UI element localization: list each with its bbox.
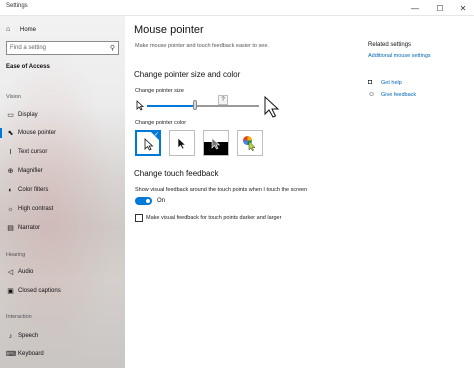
keyboard-icon: ⌨ bbox=[6, 351, 17, 358]
checkmark-icon: ✓ bbox=[153, 132, 159, 138]
sidebar-item-magnifier[interactable]: ⊕ Magnifier bbox=[6, 166, 43, 176]
large-pointer-icon bbox=[264, 96, 280, 118]
main-content: Mouse pointer Make mouse pointer and tou… bbox=[125, 16, 474, 368]
pointer-size-slider-thumb[interactable] bbox=[193, 100, 197, 110]
sidebar-item-home[interactable]: ⌂ Home bbox=[6, 26, 36, 33]
section-title: Ease of Access bbox=[6, 64, 50, 70]
slider-tooltip: ? bbox=[218, 95, 228, 105]
sidebar-item-label: Color filters bbox=[18, 187, 49, 193]
sidebar-item-label: High contrast bbox=[18, 206, 54, 212]
touch-feedback-heading: Change touch feedback bbox=[134, 169, 219, 178]
sidebar-item-mouse-pointer[interactable]: ⬉ Mouse pointer bbox=[0, 128, 57, 138]
sidebar-item-label: Display bbox=[18, 112, 38, 118]
sidebar-item-text-cursor[interactable]: I Text cursor bbox=[6, 147, 48, 157]
inverted-pointer-icon bbox=[211, 137, 221, 150]
pointer-color-custom-option[interactable] bbox=[237, 130, 263, 156]
black-pointer-icon bbox=[177, 137, 187, 150]
white-pointer-icon bbox=[144, 138, 154, 151]
text-cursor-icon: I bbox=[9, 148, 12, 156]
sidebar-item-narrator[interactable]: ▤ Narrator bbox=[6, 223, 40, 233]
search-placeholder: Find a setting bbox=[10, 45, 47, 51]
darker-feedback-label: Make visual feedback for touch points da… bbox=[146, 215, 282, 221]
sidebar-item-label: Keyboard bbox=[18, 351, 44, 357]
high-contrast-icon: ☼ bbox=[7, 205, 14, 213]
close-button[interactable]: ✕ bbox=[451, 0, 474, 16]
pointer-size-slider-fill bbox=[147, 105, 195, 107]
sidebar-item-label: Audio bbox=[18, 269, 34, 275]
help-icon: ◘ bbox=[368, 79, 373, 86]
magnifier-icon: ⊕ bbox=[7, 168, 14, 175]
group-label-interaction: Interaction bbox=[6, 314, 32, 320]
closed-captions-icon: ▣ bbox=[7, 288, 14, 295]
window-title: Settings bbox=[6, 3, 28, 9]
toggle-knob bbox=[146, 199, 150, 203]
narrator-icon: ▤ bbox=[7, 225, 14, 232]
give-feedback-label: Give feedback bbox=[381, 91, 417, 98]
mouse-pointer-icon: ⬉ bbox=[7, 130, 14, 137]
sidebar-item-display[interactable]: ▭ Display bbox=[6, 110, 38, 120]
group-label-vision: Vision bbox=[6, 94, 21, 100]
additional-mouse-settings-link[interactable]: Additional mouse settings bbox=[368, 53, 431, 59]
sidebar-item-color-filters[interactable]: ◐ Color filters bbox=[6, 185, 48, 195]
darker-feedback-checkbox[interactable] bbox=[135, 214, 143, 222]
sidebar-item-label: Text cursor bbox=[18, 149, 48, 155]
sidebar-item-keyboard[interactable]: ⌨ Keyboard bbox=[6, 349, 44, 359]
sidebar-item-label: Magnifier bbox=[18, 168, 43, 174]
home-icon: ⌂ bbox=[6, 26, 11, 33]
title-bar: Settings — ☐ ✕ bbox=[0, 0, 474, 16]
get-help-label: Get help bbox=[381, 79, 402, 86]
sidebar-item-label: Narrator bbox=[18, 225, 41, 231]
sidebar-item-high-contrast[interactable]: ☼ High contrast bbox=[6, 204, 53, 214]
color-filters-icon: ◐ bbox=[8, 186, 13, 194]
pointer-color-black-option[interactable] bbox=[169, 130, 195, 156]
sidebar-item-label: Home bbox=[20, 26, 37, 33]
maximize-button[interactable]: ☐ bbox=[428, 0, 452, 16]
page-description: Make mouse pointer and touch feedback ea… bbox=[135, 43, 269, 49]
search-field[interactable]: Find a setting ⚲ bbox=[6, 41, 119, 55]
audio-icon: ◁ bbox=[7, 269, 14, 276]
search-icon: ⚲ bbox=[109, 45, 115, 52]
sidebar-item-speech[interactable]: ♪ Speech bbox=[6, 331, 39, 341]
feedback-icon: ☺ bbox=[368, 91, 376, 98]
pointer-size-heading: Change pointer size and color bbox=[134, 70, 241, 79]
give-feedback-link[interactable]: ☺ Give feedback bbox=[368, 91, 416, 98]
sidebar-item-label: Speech bbox=[18, 333, 39, 339]
sidebar-item-label: Closed captions bbox=[18, 288, 61, 294]
small-pointer-icon bbox=[136, 100, 144, 111]
get-help-link[interactable]: ◘ Get help bbox=[368, 79, 402, 86]
toggle-state-label: On bbox=[157, 198, 166, 204]
pointer-color-label: Change pointer color bbox=[135, 120, 187, 126]
pointer-color-inverted-option[interactable] bbox=[203, 130, 229, 156]
pointer-color-white-option[interactable]: ✓ bbox=[135, 130, 161, 156]
minimize-button[interactable]: — bbox=[403, 0, 427, 16]
related-settings-heading: Related settings bbox=[368, 42, 412, 48]
display-icon: ▭ bbox=[7, 112, 14, 119]
speech-icon: ♪ bbox=[8, 332, 13, 340]
color-wheel-pointer-icon bbox=[243, 136, 256, 151]
page-title: Mouse pointer bbox=[134, 24, 204, 36]
sidebar-item-label: Mouse pointer bbox=[18, 130, 57, 136]
sidebar-item-audio[interactable]: ◁ Audio bbox=[6, 267, 34, 277]
show-feedback-label: Show visual feedback around the touch po… bbox=[135, 187, 308, 193]
sidebar-item-closed-captions[interactable]: ▣ Closed captions bbox=[6, 286, 61, 296]
pointer-size-label: Change pointer size bbox=[135, 88, 184, 94]
group-label-hearing: Hearing bbox=[6, 252, 26, 258]
touch-feedback-toggle[interactable] bbox=[135, 197, 152, 205]
